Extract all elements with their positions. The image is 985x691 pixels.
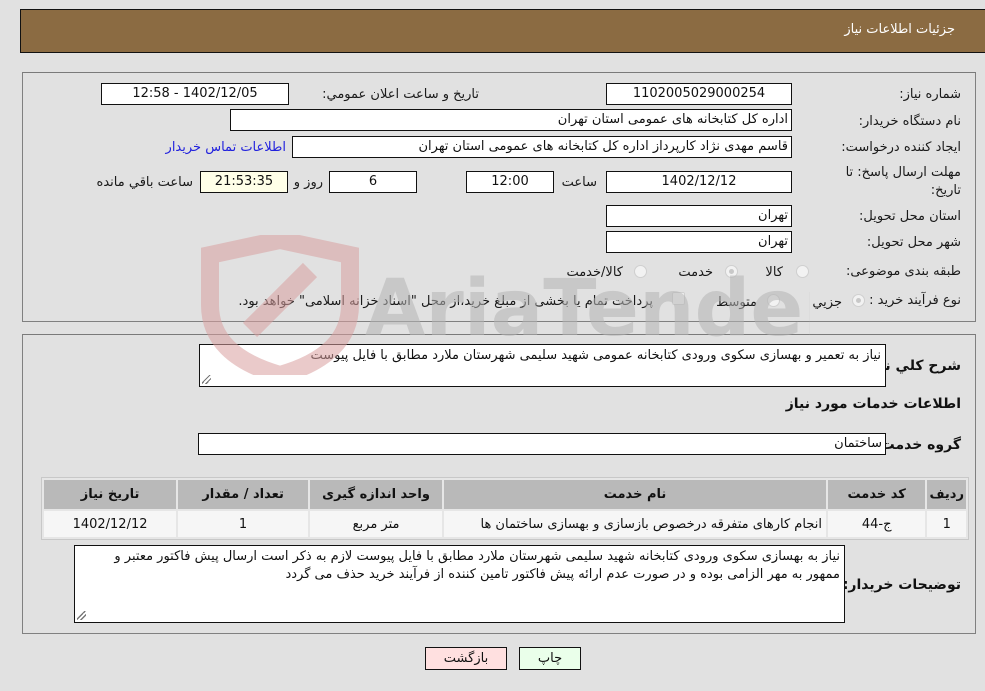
services-section-title: اطلاعات خدمات مورد نیاز [785,396,961,412]
category-option-goods: کالا [765,265,783,280]
announce-field: 1402/12/05 - 12:58 [101,83,289,105]
province-label: استان محل تحویل: [859,209,961,224]
table-row: 1 ج-44 انجام کارهای متفرقه درخصوص بازساز… [44,511,966,537]
creator-label: ایجاد کننده درخواست: [841,140,961,155]
deadline-label: مهلت ارسال پاسخ: تا [845,165,961,180]
need-number-label: شماره نیاز: [899,87,961,102]
col-unit: واحد اندازه گیری [310,480,443,509]
page-title: جزئیات اطلاعات نیاز [844,22,955,37]
cell-name: انجام کارهای متفرقه درخصوص بازسازی و بهس… [444,511,826,537]
cell-code: ج-44 [827,511,926,537]
description-textarea[interactable]: نیاز به تعمیر و بهسازی سکوی ورودی کتابخا… [199,344,886,387]
buyer-org-field: اداره کل کتابخانه های عمومی استان تهران [230,109,792,131]
days-label: روز و [293,175,323,190]
print-button[interactable]: چاپ [519,647,581,670]
cell-row: 1 [927,511,966,537]
category-radio-goods-service[interactable] [634,265,647,278]
buyer-notes-label: توضیحات خریدار: [842,577,961,593]
remaining-days-field: 6 [329,171,417,193]
city-label: شهر محل تحویل: [866,235,961,250]
deadline-time-label: ساعت [561,175,597,190]
description-text: نیاز به تعمیر و بهسازی سکوی ورودی کتابخا… [310,348,881,363]
category-radio-service[interactable] [725,265,738,278]
col-row: ردیف [927,480,966,509]
service-group-field: ساختمان [198,433,886,455]
cell-qty: 1 [178,511,309,537]
process-option-medium: متوسط [716,295,757,310]
services-table: ردیف کد خدمت نام خدمت واحد اندازه گیری ت… [41,477,969,540]
treasury-bonds-checkbox[interactable] [672,292,685,305]
cell-date: 1402/12/12 [44,511,177,537]
col-code: کد خدمت [827,480,926,509]
city-field: تهران [606,231,792,253]
buyer-contact-link[interactable]: اطلاعات تماس خریدار [166,140,286,155]
page-header: جزئیات اطلاعات نیاز [20,9,985,53]
deadline-date-field: 1402/12/12 [606,171,792,193]
announce-label: تاریخ و ساعت اعلان عمومي: [322,87,479,102]
col-date: تاریخ نیاز [44,480,177,509]
col-name: نام خدمت [444,480,826,509]
col-qty: تعداد / مقدار [178,480,309,509]
service-group-label: گروه خدمت: [875,437,961,453]
buyer-notes-textarea[interactable]: نیاز به بهسازی سکوی ورودی کتابخانه شهید … [74,545,845,623]
treasury-note: پرداخت تمام یا بخشی از مبلغ خرید،از محل … [238,294,653,309]
remaining-time-label: ساعت باقي مانده [96,175,193,190]
category-radio-goods[interactable] [796,265,809,278]
category-label: طبقه بندی موضوعی: [845,264,961,279]
province-field: تهران [606,205,792,227]
cell-unit: متر مربع [310,511,443,537]
buyer-org-label: نام دستگاه خریدار: [858,114,961,129]
process-option-minor: جزیي [812,295,842,310]
resize-handle-icon[interactable] [202,375,211,384]
category-option-goods-service: کالا/خدمت [566,265,623,280]
process-radio-minor[interactable] [852,294,865,307]
resize-handle-icon[interactable] [77,611,86,620]
creator-field: قاسم مهدی نژاد کارپرداز اداره کل کتابخان… [292,136,792,158]
process-type-label: نوع فرآیند خرید : [869,293,961,308]
services-panel: شرح کلي نیاز: نیاز به تعمیر و بهسازی سکو… [22,334,976,634]
category-option-service: خدمت [678,265,713,280]
need-number-field: 1102005029000254 [606,83,792,105]
table-header-row: ردیف کد خدمت نام خدمت واحد اندازه گیری ت… [44,480,966,509]
remaining-time-field: 21:53:35 [200,171,288,193]
deadline-label-date: تاریخ: [930,183,961,198]
buyer-notes-text: نیاز به بهسازی سکوی ورودی کتابخانه شهید … [114,549,840,582]
back-button[interactable]: بازگشت [425,647,507,670]
need-info-panel: شماره نیاز: 1102005029000254 تاریخ و ساع… [22,72,976,322]
process-radio-medium[interactable] [767,294,780,307]
deadline-time-field: 12:00 [466,171,554,193]
